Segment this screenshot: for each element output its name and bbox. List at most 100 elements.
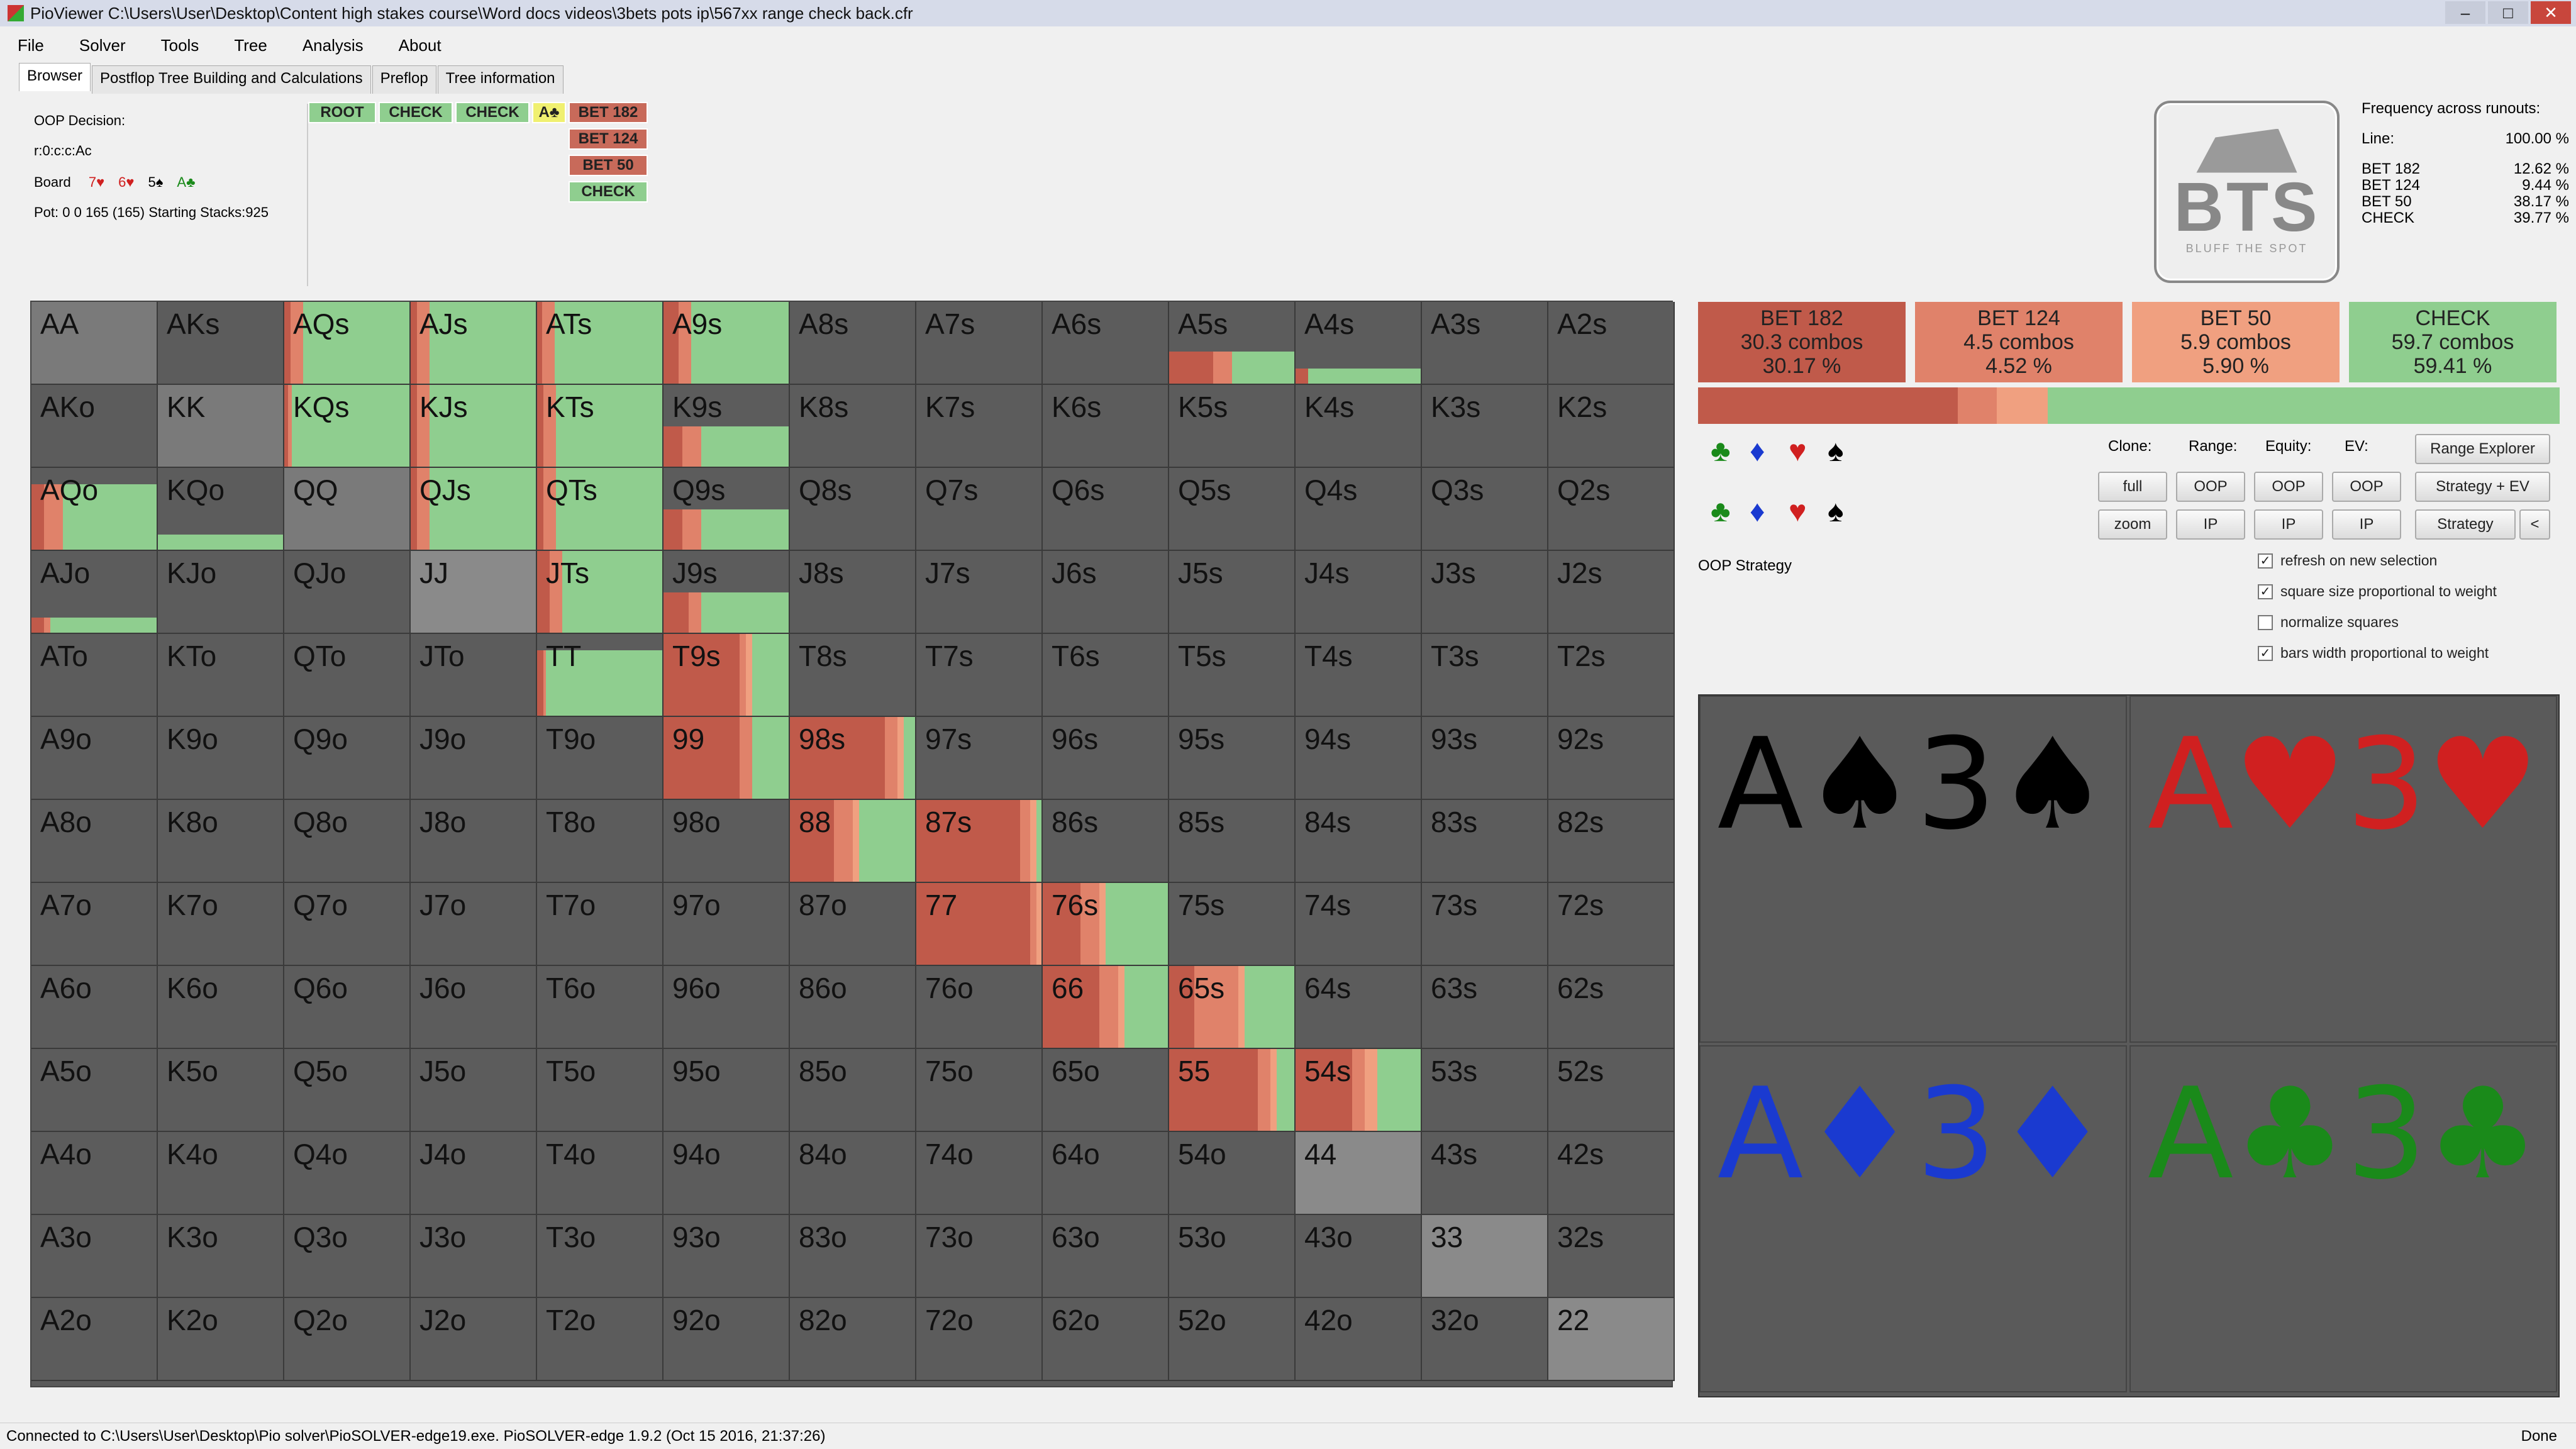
hand-cell[interactable]: J4s	[1296, 551, 1422, 634]
hand-cell[interactable]: 74s	[1296, 883, 1422, 966]
suit-filter-icon[interactable]: ♦	[1750, 494, 1765, 529]
control-button[interactable]: zoom	[2098, 509, 2167, 540]
breadcrumb-node[interactable]: CHECK	[379, 102, 453, 123]
hand-cell[interactable]: 55	[1169, 1049, 1296, 1132]
combo-board[interactable]: A♥3♥	[2129, 696, 2557, 1043]
hand-cell[interactable]: 76o	[916, 966, 1043, 1049]
strategy-ev-button[interactable]: Strategy + EV	[2415, 472, 2550, 502]
hand-cell[interactable]: A4s	[1296, 302, 1422, 385]
hand-cell[interactable]: 75s	[1169, 883, 1296, 966]
hand-cell[interactable]: 84o	[790, 1132, 916, 1215]
hand-cell[interactable]: A7s	[916, 302, 1043, 385]
option-checkbox[interactable]: ✓ refresh on new selection	[2258, 552, 2437, 569]
hand-cell[interactable]: K2o	[158, 1298, 284, 1381]
hand-cell[interactable]: AQo	[31, 468, 158, 551]
hand-cell[interactable]: T2o	[537, 1298, 663, 1381]
checkbox-box[interactable]	[2258, 614, 2273, 630]
breadcrumb-node[interactable]: ROOT	[308, 102, 376, 123]
hand-cell[interactable]: 82s	[1548, 800, 1675, 883]
hand-cell[interactable]: J7s	[916, 551, 1043, 634]
hand-cell[interactable]: 66	[1043, 966, 1169, 1049]
hand-cell[interactable]: 75o	[916, 1049, 1043, 1132]
breadcrumb-node[interactable]: CHECK	[455, 102, 530, 123]
hand-cell[interactable]: J6s	[1043, 551, 1169, 634]
hand-cell[interactable]: 72o	[916, 1298, 1043, 1381]
hand-cell[interactable]: Q7o	[284, 883, 411, 966]
hand-cell[interactable]: A3o	[31, 1215, 158, 1298]
hand-cell[interactable]: Q9s	[663, 468, 790, 551]
hand-cell[interactable]: K7s	[916, 385, 1043, 468]
hand-cell[interactable]: 98s	[790, 717, 916, 800]
hand-cell[interactable]: K3o	[158, 1215, 284, 1298]
hand-cell[interactable]: KJo	[158, 551, 284, 634]
hand-cell[interactable]: 97o	[663, 883, 790, 966]
hand-cell[interactable]: A6s	[1043, 302, 1169, 385]
hand-cell[interactable]: J8o	[411, 800, 537, 883]
hand-cell[interactable]: 52o	[1169, 1298, 1296, 1381]
hand-cell[interactable]: 62o	[1043, 1298, 1169, 1381]
hand-cell[interactable]: QTo	[284, 634, 411, 717]
hand-cell[interactable]: A5s	[1169, 302, 1296, 385]
checkbox-box[interactable]: ✓	[2258, 584, 2273, 599]
hand-cell[interactable]: Q3o	[284, 1215, 411, 1298]
tab-preflop[interactable]: Preflop	[372, 65, 436, 94]
hand-cell[interactable]: A2s	[1548, 302, 1675, 385]
suit-filter-icon[interactable]: ♥	[1789, 494, 1807, 529]
hand-cell[interactable]: 64s	[1296, 966, 1422, 1049]
hand-cell[interactable]: T5s	[1169, 634, 1296, 717]
hand-cell[interactable]: KK	[158, 385, 284, 468]
hand-cell[interactable]: 88	[790, 800, 916, 883]
hand-cell[interactable]: J6o	[411, 966, 537, 1049]
option-checkbox[interactable]: ✓ bars width proportional to weight	[2258, 645, 2489, 662]
hand-cell[interactable]: JTs	[537, 551, 663, 634]
hand-cell[interactable]: T9o	[537, 717, 663, 800]
hand-cell[interactable]: QQ	[284, 468, 411, 551]
hand-cell[interactable]: K9s	[663, 385, 790, 468]
hand-cell[interactable]: 97s	[916, 717, 1043, 800]
hand-cell[interactable]: 76s	[1043, 883, 1169, 966]
hand-cell[interactable]: 44	[1296, 1132, 1422, 1215]
hand-cell[interactable]: AA	[31, 302, 158, 385]
suit-filter-icon[interactable]: ♠	[1828, 494, 1844, 529]
hand-cell[interactable]: 43o	[1296, 1215, 1422, 1298]
hand-cell[interactable]: Q7s	[916, 468, 1043, 551]
hand-cell[interactable]: 83s	[1422, 800, 1548, 883]
hand-cell[interactable]: 86s	[1043, 800, 1169, 883]
hand-cell[interactable]: T3s	[1422, 634, 1548, 717]
breadcrumb-child-node[interactable]: BET 50	[569, 155, 648, 176]
menu-about[interactable]: About	[381, 36, 459, 55]
hand-cell[interactable]: 53o	[1169, 1215, 1296, 1298]
hand-cell[interactable]: A3s	[1422, 302, 1548, 385]
hand-cell[interactable]: 65o	[1043, 1049, 1169, 1132]
hand-cell[interactable]: 92s	[1548, 717, 1675, 800]
hand-cell[interactable]: J2o	[411, 1298, 537, 1381]
hand-cell[interactable]: Q2o	[284, 1298, 411, 1381]
hand-cell[interactable]: JTo	[411, 634, 537, 717]
hand-cell[interactable]: K4s	[1296, 385, 1422, 468]
checkbox-box[interactable]: ✓	[2258, 645, 2273, 661]
hand-cell[interactable]: 87o	[790, 883, 916, 966]
minimize-button[interactable]: –	[2445, 1, 2485, 24]
hand-cell[interactable]: T5o	[537, 1049, 663, 1132]
hand-cell[interactable]: T3o	[537, 1215, 663, 1298]
hand-cell[interactable]: 86o	[790, 966, 916, 1049]
hand-cell[interactable]: AJs	[411, 302, 537, 385]
hand-cell[interactable]: 33	[1422, 1215, 1548, 1298]
hand-cell[interactable]: A9s	[663, 302, 790, 385]
hand-cell[interactable]: J5o	[411, 1049, 537, 1132]
control-button[interactable]: IP	[2254, 509, 2323, 540]
hand-cell[interactable]: A2o	[31, 1298, 158, 1381]
hand-cell[interactable]: QTs	[537, 468, 663, 551]
hand-cell[interactable]: 42o	[1296, 1298, 1422, 1381]
action-summary-box[interactable]: BET 50 5.9 combos 5.90 %	[2132, 302, 2340, 382]
hand-cell[interactable]: K2s	[1548, 385, 1675, 468]
control-button[interactable]: OOP	[2254, 472, 2323, 502]
hand-cell[interactable]: 96o	[663, 966, 790, 1049]
combo-board[interactable]: A♦3♦	[1699, 1045, 2127, 1392]
hand-cell[interactable]: KQo	[158, 468, 284, 551]
range-explorer-button[interactable]: Range Explorer	[2415, 434, 2550, 464]
hand-cell[interactable]: 73s	[1422, 883, 1548, 966]
hand-cell[interactable]: Q9o	[284, 717, 411, 800]
maximize-button[interactable]: □	[2488, 1, 2528, 24]
hand-cell[interactable]: J7o	[411, 883, 537, 966]
